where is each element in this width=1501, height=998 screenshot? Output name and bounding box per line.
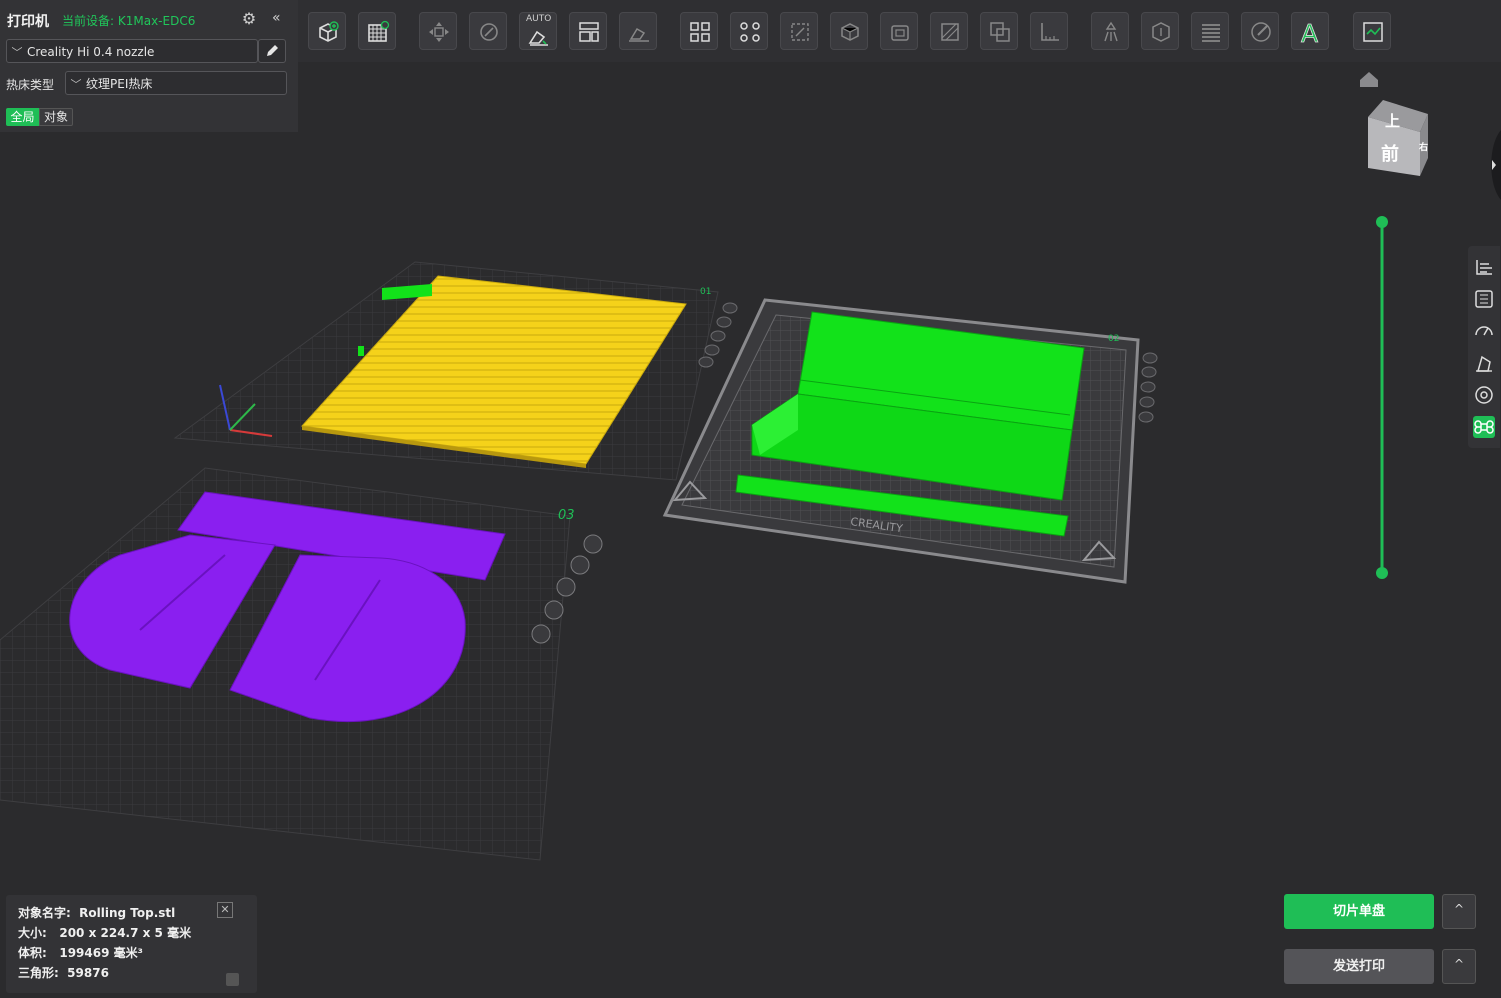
slice-options-caret[interactable]: ^ [1442, 894, 1476, 929]
object-triangles-row: 三角形: 59876 [18, 964, 109, 981]
plate-2-label: 02 [1108, 334, 1119, 344]
text-button[interactable]: A [1291, 12, 1329, 50]
multi-plate-button[interactable] [1473, 416, 1495, 438]
main-toolbar: AUTO A [298, 0, 1501, 62]
measure-icon [1041, 23, 1059, 41]
layers-icon [1202, 24, 1220, 42]
nav-cube-right[interactable]: 右 [1418, 141, 1428, 153]
object-volume-label: 体积: [18, 946, 47, 960]
move-icon [429, 22, 449, 42]
object-size-value: 200 x 224.7 x 5 毫米 [59, 926, 192, 940]
edit-printer-button[interactable] [258, 39, 286, 63]
hollow-button[interactable] [830, 12, 868, 50]
cut-button[interactable] [930, 12, 968, 50]
seam-paint-button[interactable] [1141, 12, 1179, 50]
text-icon: A [1301, 20, 1319, 44]
plate-3-label: 03 [558, 508, 575, 523]
split-parts-icon [740, 22, 760, 42]
text-icon-glyph: A [1301, 20, 1318, 44]
object-name-value: Rolling Top.stl [79, 906, 176, 920]
gear-icon[interactable]: ⚙ [240, 10, 258, 28]
auto-label: AUTO [526, 14, 552, 24]
color-paint-icon [1251, 22, 1271, 42]
move-button[interactable] [419, 12, 457, 50]
shell-icon [891, 25, 909, 41]
add-object-button[interactable] [308, 12, 346, 50]
support-paint-icon [1104, 21, 1118, 42]
layers-button[interactable] [1191, 12, 1229, 50]
printer-title: 打印机 [7, 14, 49, 30]
plate-1-label: 01 [700, 287, 711, 297]
nozzle-select-value: Creality Hi 0.4 nozzle [27, 45, 155, 59]
add-plate-button[interactable] [358, 12, 396, 50]
send-options-caret[interactable]: ^ [1442, 949, 1476, 984]
object-list-button[interactable] [1473, 256, 1495, 278]
lay-on-face-button[interactable] [619, 12, 657, 50]
object-size-label: 大小: [18, 926, 47, 940]
scale-button[interactable] [780, 12, 818, 50]
split-objects-button[interactable] [680, 12, 718, 50]
object-name-row: 对象名字: Rolling Top.stl [18, 904, 175, 921]
plate-icon [1475, 290, 1493, 308]
cut-icon [941, 23, 959, 41]
plate-2-tools[interactable] [1138, 352, 1158, 423]
seam-paint-icon [1152, 22, 1170, 42]
boolean-icon [990, 22, 1010, 42]
current-device-label[interactable]: 当前设备: K1Max-EDC6 [62, 12, 195, 29]
speedometer-icon [1475, 326, 1493, 336]
object-triangles-label: 三角形: [18, 966, 59, 980]
nav-cube-front[interactable]: 前 [1381, 143, 1399, 165]
assembly-view-icon [1363, 22, 1383, 42]
plate-grid-icon [368, 20, 390, 42]
object-info-panel: 对象名字: Rolling Top.stl 大小: 200 x 224.7 x … [6, 895, 257, 993]
rotate-icon [480, 23, 498, 41]
close-icon[interactable]: ✕ [217, 902, 233, 918]
home-view-icon[interactable] [1360, 72, 1378, 87]
right-toolbar [1468, 246, 1500, 448]
split-objects-icon [690, 22, 710, 42]
target-icon [1475, 386, 1493, 404]
list-icon [1476, 260, 1492, 275]
minimize-icon[interactable] [226, 973, 239, 986]
viewport-3d[interactable]: 01 02 03 CREALITY 上 前 右 [0, 62, 1501, 998]
cloverleaf-icon [1474, 420, 1494, 434]
speed-button[interactable] [1473, 320, 1495, 342]
assembly-view-button[interactable] [1353, 12, 1391, 50]
object-volume-row: 体积: 199469 毫米³ [18, 944, 143, 961]
support-settings-button[interactable] [1473, 352, 1495, 374]
pencil-icon [267, 45, 278, 56]
auto-orient-icon [528, 30, 548, 46]
color-paint-button[interactable] [1241, 12, 1279, 50]
object-triangles-value: 59876 [67, 966, 109, 980]
shell-button[interactable] [880, 12, 918, 50]
split-parts-button[interactable] [730, 12, 768, 50]
collapse-panel-icon[interactable]: « [272, 10, 281, 26]
scale-icon [791, 23, 809, 41]
nav-cube-top[interactable]: 上 [1385, 112, 1400, 130]
slice-plate-button[interactable]: 切片单盘 [1284, 894, 1434, 929]
add-object-icon [319, 21, 339, 42]
nozzle-select[interactable]: ﹀ Creality Hi 0.4 nozzle [6, 39, 258, 63]
auto-orient-button[interactable]: AUTO [519, 12, 557, 50]
object-size-row: 大小: 200 x 224.7 x 5 毫米 [18, 924, 191, 941]
plate-settings-button[interactable] [1473, 288, 1495, 310]
measure-button[interactable] [1030, 12, 1068, 50]
send-print-button[interactable]: 发送打印 [1284, 949, 1434, 984]
layer-slider-bottom-handle[interactable] [1376, 567, 1388, 579]
object-volume-value: 199469 毫米³ [59, 946, 143, 960]
support-icon [1476, 355, 1492, 372]
hollow-icon [841, 23, 859, 41]
rotate-button[interactable] [469, 12, 507, 50]
object-name-label: 对象名字: [18, 906, 71, 920]
camera-view-button[interactable] [1473, 384, 1495, 406]
arrange-button[interactable] [569, 12, 607, 50]
arrange-icon [579, 22, 599, 42]
nav-cube[interactable]: 上 前 右 [1368, 100, 1428, 176]
lay-on-face-icon [629, 27, 649, 42]
layer-slider[interactable] [1376, 216, 1388, 579]
boolean-button[interactable] [980, 12, 1018, 50]
support-paint-button[interactable] [1091, 12, 1129, 50]
layer-slider-top-handle[interactable] [1376, 216, 1388, 228]
